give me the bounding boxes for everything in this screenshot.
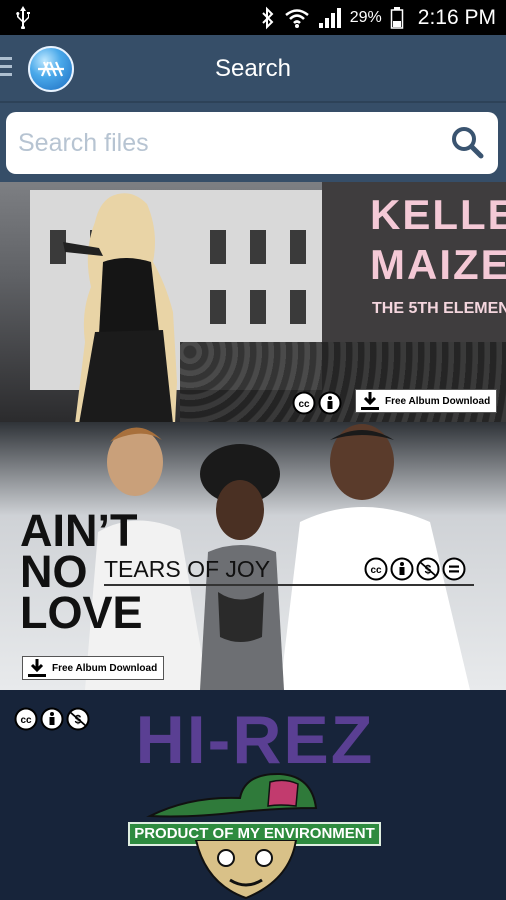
svg-text:cc: cc <box>370 565 382 576</box>
noncommercial-icon: $ <box>66 707 90 731</box>
download-label: Free Album Download <box>385 395 491 407</box>
signal-icon <box>318 7 341 28</box>
album-title: THE 5TH ELEMENT <box>372 300 506 317</box>
wifi-icon <box>284 8 309 28</box>
download-icon <box>361 392 379 410</box>
cc-icon: cc <box>14 707 38 731</box>
page-title: Search <box>214 55 292 82</box>
battery-icon <box>390 6 404 29</box>
noncommercial-icon: $ <box>416 557 440 581</box>
app-bar: Search <box>0 35 506 103</box>
clock: 2:16 PM <box>417 5 496 29</box>
album-title: TEARS OF JOY <box>104 556 271 582</box>
noderivs-icon <box>442 557 466 581</box>
artist-name-line1: KELLEE <box>370 191 506 238</box>
download-icon <box>28 659 46 677</box>
cc-license-icons: cc $ <box>364 557 466 581</box>
cc-license-icons: cc <box>292 391 342 415</box>
album-banner-hi-rez[interactable]: cc $ HI-REZ PRODUCT OF MY ENVIRONMENT <box>0 690 506 900</box>
artist-name-line2: MAIZE <box>370 241 506 288</box>
artist-name: KELLEE MAIZE <box>370 191 506 288</box>
title-line1: AIN’T <box>20 505 138 556</box>
svg-text:cc: cc <box>298 399 310 410</box>
free-album-download-button[interactable]: Free Album Download <box>355 389 498 413</box>
search-input[interactable] <box>18 122 438 164</box>
album-banner-kellee-maize[interactable]: KELLEE MAIZE THE 5TH ELEMENT cc Free Alb… <box>0 182 506 422</box>
attribution-icon <box>318 391 342 415</box>
battery-percent: 29% <box>349 8 382 26</box>
title-line3: LOVE <box>20 587 143 638</box>
singer-figure <box>63 193 177 422</box>
search-box[interactable] <box>6 112 498 174</box>
bluetooth-icon <box>262 6 274 29</box>
usb-icon <box>16 6 30 29</box>
search-bar <box>0 103 506 182</box>
title-divider <box>104 584 474 586</box>
attribution-icon <box>390 557 414 581</box>
face-illustration <box>194 840 298 900</box>
status-bar: 29% 2:16 PM <box>0 0 506 35</box>
cc-icon: cc <box>292 391 316 415</box>
album-banner-aint-no-love[interactable]: AIN’T NO LOVE TEARS OF JOY cc $ Free Alb… <box>0 422 506 690</box>
free-album-download-button[interactable]: Free Album Download <box>22 656 165 680</box>
download-label: Free Album Download <box>52 662 158 674</box>
cc-license-icons: cc $ <box>14 707 90 731</box>
search-icon[interactable] <box>450 125 484 159</box>
cap-illustration <box>146 772 318 818</box>
artist-name: HI-REZ <box>135 702 375 778</box>
svg-text:cc: cc <box>20 715 32 726</box>
cc-icon: cc <box>364 557 388 581</box>
attribution-icon <box>40 707 64 731</box>
